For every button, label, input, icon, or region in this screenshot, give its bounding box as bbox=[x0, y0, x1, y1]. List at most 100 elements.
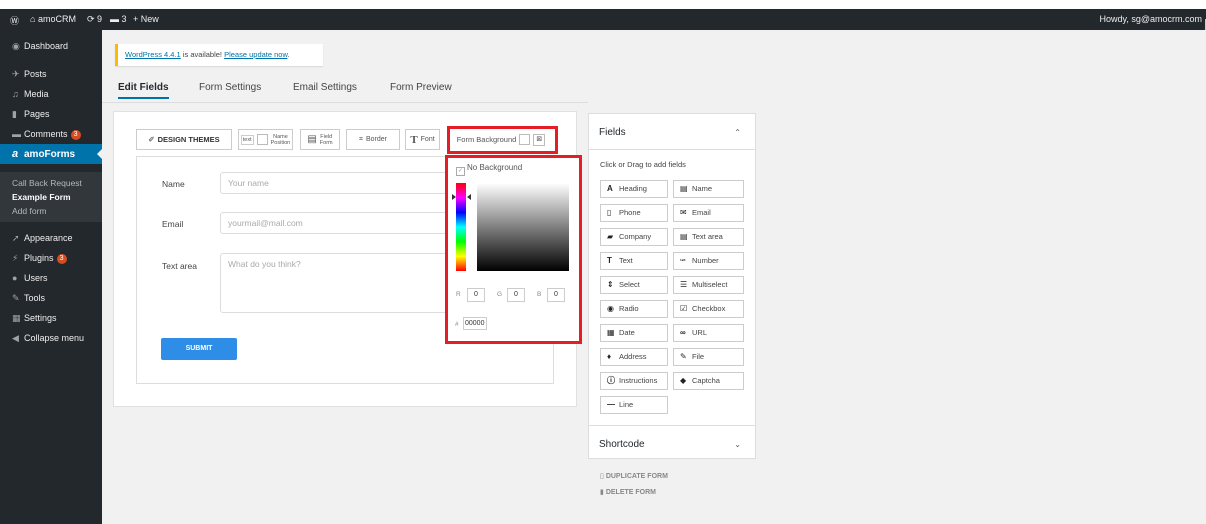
shortcode-panel-header[interactable]: Shortcode ⌄ bbox=[589, 425, 755, 461]
menu-item-settings[interactable]: ▦ Settings bbox=[0, 308, 102, 328]
duplicate-icon: ▯ bbox=[600, 473, 604, 480]
update-notice: WordPress 4.4.1 is available! Please upd… bbox=[115, 44, 323, 66]
count-badge: 3 bbox=[70, 130, 81, 140]
admin-sidebar: Call Back Request Example Form Add form … bbox=[0, 30, 102, 524]
chevron-up-icon: ⌃ bbox=[734, 128, 741, 137]
my-account-link[interactable]: Howdy, sg@amocrm.com bbox=[1100, 14, 1206, 30]
field-type-checkbox[interactable]: ☑ Checkbox bbox=[673, 300, 744, 318]
media-icon: ♫ bbox=[12, 89, 19, 99]
field-type-radio[interactable]: ◉ Radio bbox=[600, 300, 668, 318]
menu-item-pages[interactable]: ▮ Pages bbox=[0, 104, 102, 124]
checkbox-icon: ☑ bbox=[680, 304, 688, 313]
admin-bar-area: Ⓦ ⌂ amoCRM ⟳ 9 ▬ 3 + New Howdy, sg@amocr… bbox=[0, 0, 1206, 30]
fields-panel-header[interactable]: Fields ⌃ bbox=[589, 114, 755, 150]
wrench-icon: ✎ bbox=[12, 293, 20, 303]
tab-form-preview[interactable]: Form Preview bbox=[390, 82, 452, 93]
tab-email-settings[interactable]: Email Settings bbox=[293, 82, 357, 93]
field-type-multiselect[interactable]: ☰ Multiselect bbox=[673, 276, 744, 294]
settings-icon: ▦ bbox=[12, 313, 21, 323]
menu-item-comments[interactable]: ▬ Comments 3 bbox=[0, 124, 102, 144]
menu-item-appearance[interactable]: ➚ Appearance bbox=[0, 228, 102, 248]
menu-item-collapse-menu[interactable]: ◀ Collapse menu bbox=[0, 328, 102, 348]
field-type-file[interactable]: ✎ File bbox=[673, 348, 744, 366]
wordpress-logo-icon[interactable]: Ⓦ bbox=[10, 14, 19, 27]
field-type-heading[interactable]: A Heading bbox=[600, 180, 668, 198]
current-menu-arrow bbox=[97, 149, 102, 159]
brush-icon: ✐ bbox=[148, 135, 155, 144]
menu-item-dashboard[interactable]: ◉ Dashboard bbox=[0, 36, 102, 56]
comments-link[interactable]: ▬ 3 bbox=[110, 14, 127, 24]
border-icon: ⌗ bbox=[359, 135, 363, 143]
submenu-call-back-request[interactable]: Call Back Request bbox=[12, 178, 82, 188]
menu-item-users[interactable]: ● Users bbox=[0, 268, 102, 288]
email-field[interactable]: yourmail@mail.com bbox=[220, 212, 448, 234]
field-type-phone[interactable]: ▯ Phone bbox=[600, 204, 668, 222]
submit-button[interactable]: SUBMIT bbox=[161, 338, 237, 360]
field-form-button[interactable]: ▤ Field Form bbox=[300, 129, 340, 150]
name-position-button[interactable]: text Name Position bbox=[238, 129, 293, 150]
admin-bar: Ⓦ ⌂ amoCRM ⟳ 9 ▬ 3 + New Howdy, sg@amocr… bbox=[0, 9, 1206, 30]
name-card-icon: ▤ bbox=[680, 184, 688, 193]
field-type-email[interactable]: ✉ Email bbox=[673, 204, 744, 222]
wordpress-version-link[interactable]: WordPress 4.4.1 bbox=[125, 50, 181, 59]
tab-edit-fields[interactable]: Edit Fields bbox=[118, 82, 169, 99]
new-content-link[interactable]: + New bbox=[133, 14, 159, 24]
calendar-icon: ▦ bbox=[607, 328, 615, 337]
delete-form-link[interactable]: ▮ DELETE FORM bbox=[600, 488, 656, 496]
font-button[interactable]: T Font bbox=[405, 129, 440, 150]
captcha-icon: ◆ bbox=[680, 376, 687, 385]
field-type-instructions[interactable]: ⓘ Instructions bbox=[600, 372, 668, 390]
chevron-down-icon: ⌄ bbox=[734, 440, 741, 449]
site-name-link[interactable]: ⌂ amoCRM bbox=[30, 14, 76, 24]
field-type-address[interactable]: ♦ Address bbox=[600, 348, 668, 366]
field-type-text-area[interactable]: ▤ Text area bbox=[673, 228, 744, 246]
link-icon: ∞ bbox=[680, 328, 686, 337]
textarea-label: Text area bbox=[162, 261, 197, 271]
map-marker-icon: ♦ bbox=[607, 352, 612, 361]
update-now-link[interactable]: Please update now bbox=[224, 50, 287, 59]
form-background-highlight bbox=[447, 126, 558, 154]
email-label: Email bbox=[162, 219, 184, 229]
fields-panel: Fields ⌃ Click or Drag to add fields A Hea… bbox=[588, 113, 756, 459]
field-form-icon: ▤ bbox=[307, 134, 317, 145]
count-badge: 3 bbox=[56, 254, 67, 264]
phone-icon: ▯ bbox=[607, 208, 612, 217]
name-field[interactable]: Your name bbox=[220, 172, 448, 194]
border-button[interactable]: ⌗ Border bbox=[346, 129, 400, 150]
field-type-name[interactable]: ▤ Name bbox=[673, 180, 744, 198]
field-type-url[interactable]: ∞ URL bbox=[673, 324, 744, 342]
amo-logo-icon: a bbox=[12, 148, 19, 160]
text-icon: T bbox=[607, 256, 612, 265]
menu-item-tools[interactable]: ✎ Tools bbox=[0, 288, 102, 308]
updates-link[interactable]: ⟳ 9 bbox=[87, 14, 102, 25]
label-position-icon bbox=[256, 134, 268, 145]
submenu-add-form[interactable]: Add form bbox=[12, 206, 47, 216]
submenu-example-form[interactable]: Example Form bbox=[12, 192, 71, 202]
line-icon: — bbox=[607, 400, 615, 409]
multiselect-icon: ☰ bbox=[680, 280, 688, 289]
pin-icon: ✈ bbox=[12, 69, 20, 79]
textarea-field[interactable]: What do you think? bbox=[220, 253, 448, 313]
heading-icon: A bbox=[607, 184, 613, 193]
comment-icon: ▬ bbox=[12, 129, 21, 139]
menu-item-posts[interactable]: ✈ Posts bbox=[0, 64, 102, 84]
field-type-number[interactable]: ¹²³ Number bbox=[673, 252, 744, 270]
field-type-select[interactable]: ⇕ Select bbox=[600, 276, 668, 294]
field-type-captcha[interactable]: ◆ Captcha bbox=[673, 372, 744, 390]
menu-item-media[interactable]: ♫ Media bbox=[0, 84, 102, 104]
plugin-icon: ⚡ bbox=[12, 253, 19, 263]
duplicate-form-link[interactable]: ▯ DUPLICATE FORM bbox=[600, 472, 668, 480]
number-icon: ¹²³ bbox=[680, 259, 686, 265]
field-type-text[interactable]: T Text bbox=[600, 252, 668, 270]
design-themes-button[interactable]: ✐ DESIGN THEMES bbox=[136, 129, 232, 150]
field-type-date[interactable]: ▦ Date bbox=[600, 324, 668, 342]
form-tabs: Edit Fields Form Settings Email Settings… bbox=[115, 82, 585, 102]
collapse-icon: ◀ bbox=[12, 333, 19, 343]
tab-form-settings[interactable]: Form Settings bbox=[199, 82, 261, 93]
field-type-company[interactable]: ▰ Company bbox=[600, 228, 668, 246]
menu-item-plugins[interactable]: ⚡ Plugins 3 bbox=[0, 248, 102, 268]
name-label: Name bbox=[162, 179, 185, 189]
user-icon: ● bbox=[12, 273, 18, 283]
field-type-line[interactable]: — Line bbox=[600, 396, 668, 414]
menu-item-amoforms[interactable]: a amoForms bbox=[0, 144, 102, 164]
